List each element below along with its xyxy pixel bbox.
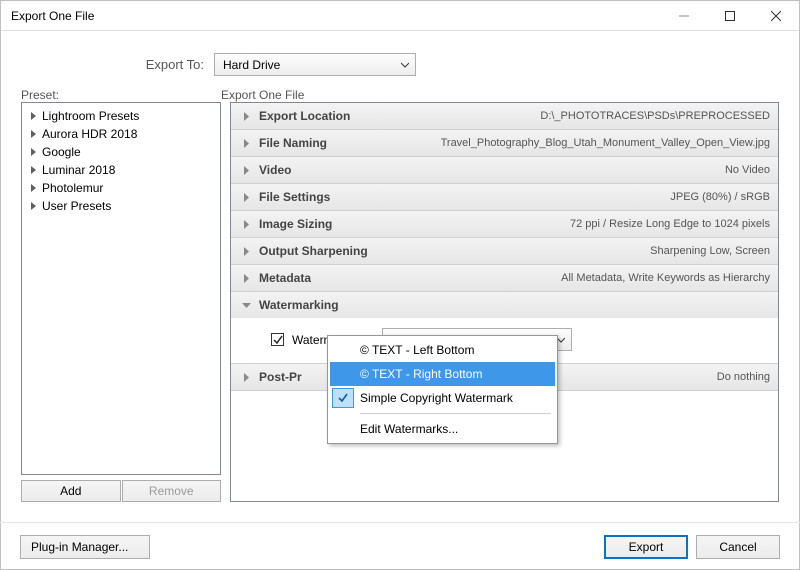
remove-preset-button[interactable]: Remove (122, 480, 222, 502)
triangle-right-icon (28, 166, 38, 174)
footer: Plug-in Manager... Export Cancel (0, 522, 800, 570)
export-to-row: Export To: Hard Drive (1, 53, 799, 76)
section-output-sharpening[interactable]: Output SharpeningSharpening Low, Screen (231, 238, 778, 264)
minimize-button[interactable] (661, 1, 707, 31)
panel-labels: Preset: Export One File (1, 88, 799, 102)
dropdown-option-simple-copyright[interactable]: Simple Copyright Watermark (330, 386, 555, 410)
section-export-location[interactable]: Export LocationD:\_PHOTOTRACES\PSDs\PREP… (231, 103, 778, 129)
add-preset-button[interactable]: Add (21, 480, 121, 502)
section-file-settings[interactable]: File SettingsJPEG (80%) / sRGB (231, 184, 778, 210)
check-icon (332, 388, 354, 408)
triangle-right-icon (239, 139, 253, 148)
preset-item[interactable]: Lightroom Presets (22, 107, 220, 125)
preset-panel: Lightroom Presets Aurora HDR 2018 Google… (21, 102, 221, 502)
main-panel-label: Export One File (221, 88, 304, 102)
triangle-right-icon (239, 220, 253, 229)
export-button[interactable]: Export (604, 535, 688, 559)
preset-item[interactable]: Google (22, 143, 220, 161)
dropdown-option-edit-watermarks[interactable]: Edit Watermarks... (330, 417, 555, 441)
section-file-naming[interactable]: File NamingTravel_Photography_Blog_Utah_… (231, 130, 778, 156)
triangle-right-icon (239, 274, 253, 283)
triangle-right-icon (239, 166, 253, 175)
dropdown-separator (360, 413, 551, 414)
titlebar: Export One File (1, 1, 799, 31)
preset-item[interactable]: Luminar 2018 (22, 161, 220, 179)
settings-panel: Export LocationD:\_PHOTOTRACES\PSDs\PREP… (230, 102, 779, 502)
triangle-right-icon (28, 112, 38, 120)
cancel-button[interactable]: Cancel (696, 535, 780, 559)
triangle-right-icon (28, 148, 38, 156)
dropdown-option-text-left-bottom[interactable]: © TEXT - Left Bottom (330, 338, 555, 362)
dropdown-option-text-right-bottom[interactable]: © TEXT - Right Bottom (330, 362, 555, 386)
triangle-right-icon (28, 130, 38, 138)
triangle-down-icon (239, 301, 253, 310)
maximize-button[interactable] (707, 1, 753, 31)
triangle-right-icon (28, 202, 38, 210)
preset-item[interactable]: Aurora HDR 2018 (22, 125, 220, 143)
section-metadata[interactable]: MetadataAll Metadata, Write Keywords as … (231, 265, 778, 291)
triangle-right-icon (239, 112, 253, 121)
window-title: Export One File (11, 9, 661, 23)
watermark-checkbox[interactable] (271, 333, 284, 346)
export-to-value: Hard Drive (223, 58, 280, 72)
close-button[interactable] (753, 1, 799, 31)
triangle-right-icon (239, 193, 253, 202)
chevron-down-icon (401, 61, 409, 69)
export-to-label: Export To: (1, 57, 214, 72)
triangle-right-icon (239, 373, 253, 382)
preset-list[interactable]: Lightroom Presets Aurora HDR 2018 Google… (21, 102, 221, 475)
triangle-right-icon (239, 247, 253, 256)
triangle-right-icon (28, 184, 38, 192)
section-watermarking[interactable]: Watermarking (231, 292, 778, 318)
section-image-sizing[interactable]: Image Sizing72 ppi / Resize Long Edge to… (231, 211, 778, 237)
watermark-dropdown: © TEXT - Left Bottom © TEXT - Right Bott… (327, 335, 558, 444)
preset-item[interactable]: Photolemur (22, 179, 220, 197)
plugin-manager-button[interactable]: Plug-in Manager... (20, 535, 150, 559)
export-to-combo[interactable]: Hard Drive (214, 53, 416, 76)
section-video[interactable]: VideoNo Video (231, 157, 778, 183)
preset-label: Preset: (21, 88, 221, 102)
preset-item[interactable]: User Presets (22, 197, 220, 215)
